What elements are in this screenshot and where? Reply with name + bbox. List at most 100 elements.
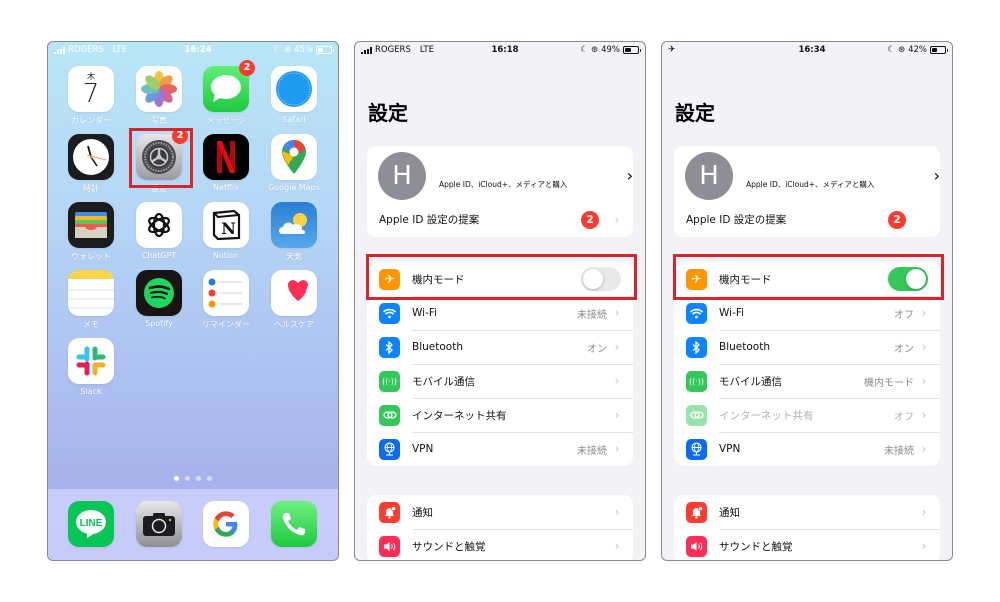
app-label: リマインダー — [202, 320, 250, 329]
phone-icon — [271, 501, 317, 547]
row-label: VPN — [412, 443, 434, 455]
avatar: H — [685, 152, 733, 200]
cellular-row[interactable]: ((·)) モバイル通信 機内モード › — [674, 364, 940, 398]
profile-subtitle: Apple ID、iCloud+、メディアと購入 — [439, 180, 568, 189]
spotify-icon — [136, 270, 182, 316]
app-label: Google Maps — [268, 183, 320, 192]
dock-app-camera[interactable] — [127, 501, 191, 547]
chevron-right-icon: › — [921, 374, 927, 388]
apple-id-profile-row[interactable]: H Apple ID、iCloud+、メディアと購入 › — [674, 146, 940, 202]
page-dot[interactable] — [174, 476, 179, 481]
battery-icon — [316, 46, 334, 54]
chevron-right-icon: › — [921, 539, 927, 553]
app-slack[interactable]: Slack — [59, 338, 123, 396]
chevron-right-icon: › — [614, 340, 620, 354]
apple-id-suggestions-row[interactable]: Apple ID 設定の提案 2 › — [674, 202, 940, 237]
speaker-icon — [686, 535, 707, 557]
personal-hotspot-row[interactable]: インターネット共有 › — [367, 398, 633, 432]
wifi-icon — [686, 302, 707, 324]
apple-id-profile-row[interactable]: H Apple ID、iCloud+、メディアと購入 › — [367, 146, 633, 202]
chevron-right-icon: › — [921, 505, 927, 519]
moon-icon: ☾ — [887, 45, 895, 55]
profile-subtitle: Apple ID、iCloud+、メディアと購入 — [746, 180, 875, 189]
page-dot[interactable] — [196, 476, 201, 481]
apple-id-group: H Apple ID、iCloud+、メディアと購入 › Apple ID 設定… — [367, 146, 633, 237]
personal-hotspot-row[interactable]: インターネット共有 オフ › — [674, 398, 940, 432]
bluetooth-icon — [686, 336, 707, 358]
app-photos[interactable]: 写真 — [127, 66, 191, 126]
app-clock[interactable]: 時計 — [59, 134, 123, 194]
app-notes[interactable]: メモ — [59, 270, 123, 330]
app-label: Netflix — [212, 183, 240, 192]
app-label: ヘルスケア — [274, 320, 314, 329]
orientation-lock-icon: ⊛ — [590, 45, 599, 55]
app-google-maps[interactable]: Google Maps — [262, 134, 326, 192]
app-reminders[interactable]: リマインダー — [194, 270, 258, 330]
row-label: Apple ID 設定の提案 — [379, 214, 480, 226]
calendar-day: 7 — [82, 78, 100, 109]
app-spotify[interactable]: Spotify — [127, 270, 191, 328]
orientation-lock-icon: ⊛ — [283, 45, 292, 55]
app-chatgpt[interactable]: ChatGPT — [127, 202, 191, 260]
status-time: 16:18 — [491, 45, 519, 55]
battery-fill — [625, 48, 631, 52]
notifications-group: 通知 › サウンドと触覚 › — [367, 495, 633, 560]
chevron-right-icon: › — [614, 374, 620, 388]
chevron-right-icon: › — [614, 505, 620, 519]
vpn-row[interactable]: VPN 未接続 › — [674, 432, 940, 466]
app-messages[interactable]: 2 メッセージ — [194, 60, 258, 126]
vpn-row[interactable]: VPN 未接続 › — [367, 432, 633, 466]
page-dot[interactable] — [207, 476, 212, 481]
wifi-row[interactable]: Wi-Fi オフ › — [674, 296, 940, 330]
moon-icon: ☾ — [273, 45, 281, 55]
bluetooth-row[interactable]: Bluetooth オン › — [367, 330, 633, 364]
wifi-row[interactable]: Wi-Fi 未接続 › — [367, 296, 633, 330]
settings-panel-airplane-off: ROGERS LTE 16:18 ☾ ⊛ 49% 設定 H Apple ID、i… — [354, 41, 646, 561]
battery-fill — [318, 48, 324, 52]
notifications-row[interactable]: 通知 › — [674, 495, 940, 529]
app-calendar[interactable]: 木 7 カレンダー — [59, 66, 123, 126]
dock-app-line[interactable]: LINE — [59, 501, 123, 547]
apple-id-suggestions-row[interactable]: Apple ID 設定の提案 2 › — [367, 202, 633, 237]
row-label: Bluetooth — [412, 341, 463, 353]
row-label: インターネット共有 — [412, 409, 507, 422]
app-notion[interactable]: N Notion — [194, 202, 258, 260]
sounds-haptics-row[interactable]: サウンドと触覚 › — [367, 529, 633, 560]
row-value: 未接続 — [884, 445, 914, 457]
notification-badge: 2 — [888, 210, 906, 229]
settings-panel-airplane-on: ✈ 16:34 ☾ ⊛ 42% 設定 H Apple ID、iCloud+、メデ… — [661, 41, 953, 561]
highlight-box-airplane-mode — [366, 254, 637, 300]
app-safari[interactable]: Safari — [262, 66, 326, 124]
signal-icon — [361, 46, 372, 54]
notes-icon — [68, 270, 114, 316]
reminders-icon — [203, 270, 249, 316]
page-title: 設定 — [675, 101, 715, 125]
sounds-haptics-row[interactable]: サウンドと触覚 › — [674, 529, 940, 560]
app-label: Slack — [80, 387, 102, 396]
hotspot-link-icon — [379, 404, 400, 426]
app-wallet[interactable]: ウォレット — [59, 202, 123, 262]
app-weather[interactable]: 天気 — [262, 202, 326, 262]
cellular-row[interactable]: ((·)) モバイル通信 › — [367, 364, 633, 398]
vpn-globe-icon — [379, 438, 400, 460]
chevron-right-icon: › — [921, 408, 927, 422]
carrier-label: ROGERS — [375, 45, 411, 55]
app-netflix[interactable]: Netflix — [194, 134, 258, 192]
chevron-right-icon: › — [614, 442, 620, 456]
app-health[interactable]: ヘルスケア — [262, 270, 326, 330]
moon-icon: ☾ — [580, 45, 588, 55]
page-dot[interactable] — [185, 476, 190, 481]
chevron-right-icon: › — [614, 306, 620, 320]
bluetooth-row[interactable]: Bluetooth オン › — [674, 330, 940, 364]
notifications-row[interactable]: 通知 › — [367, 495, 633, 529]
bluetooth-icon — [379, 336, 400, 358]
svg-text:N: N — [221, 219, 236, 238]
page-indicator[interactable] — [48, 476, 338, 481]
row-label: サウンドと触覚 — [412, 540, 486, 553]
dock-app-phone[interactable] — [262, 501, 326, 547]
dock-app-google[interactable] — [194, 501, 258, 547]
clock-icon — [68, 134, 114, 180]
app-label: ChatGPT — [141, 251, 177, 260]
speaker-icon — [379, 535, 400, 557]
page-title: 設定 — [368, 101, 408, 125]
